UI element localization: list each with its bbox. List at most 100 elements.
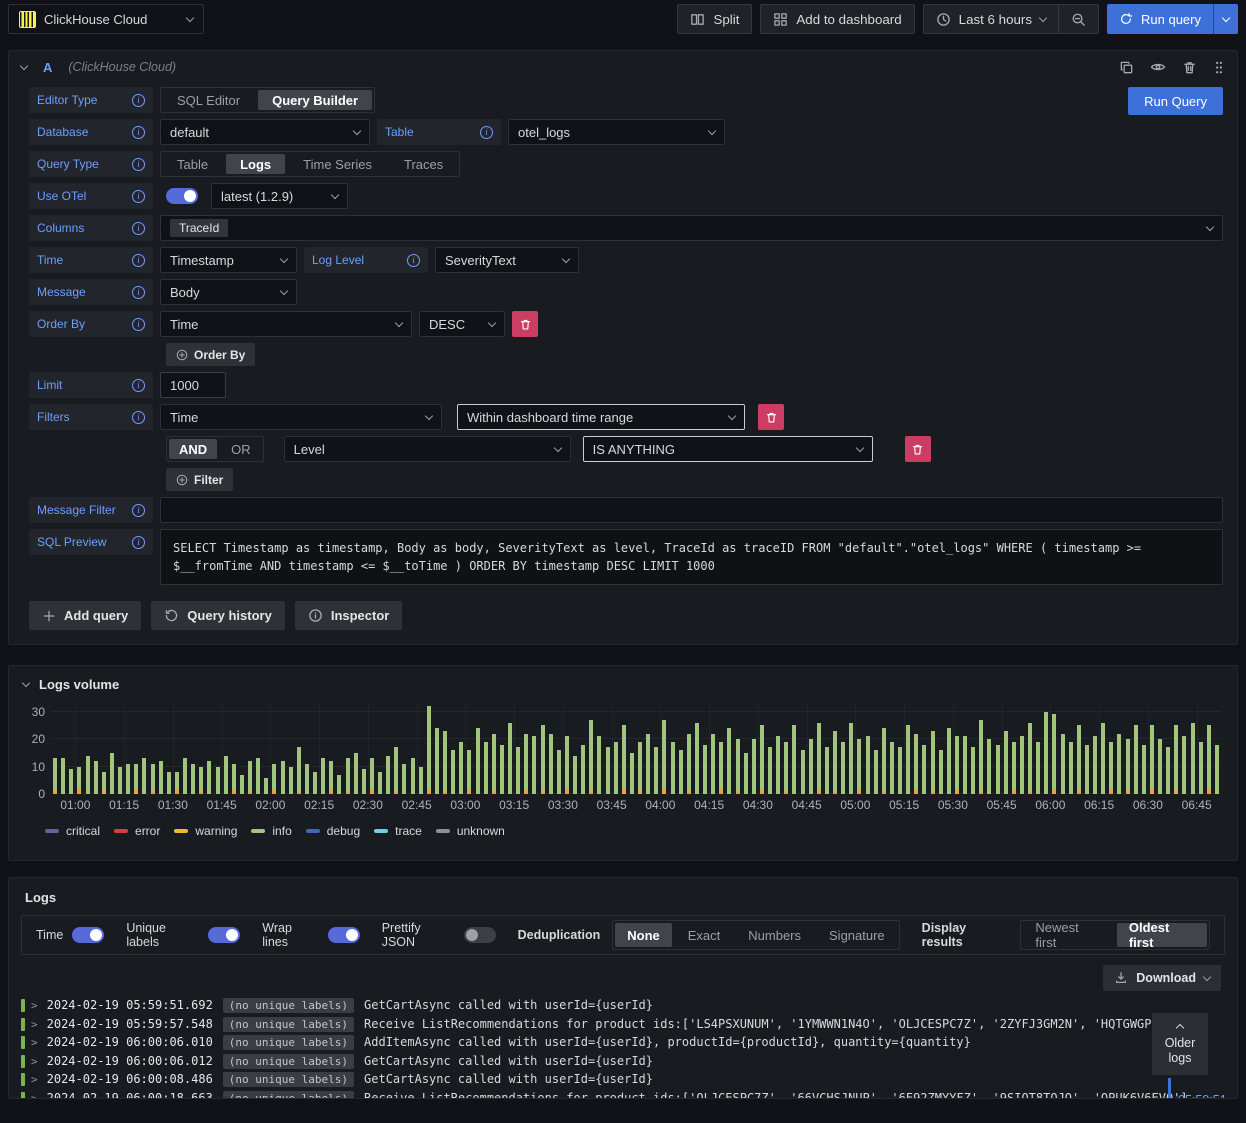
volume-bar[interactable] <box>101 772 106 794</box>
filter1-operator-select[interactable]: Within dashboard time range <box>457 404 745 430</box>
volume-bar[interactable] <box>1052 714 1057 794</box>
volume-bar[interactable] <box>150 763 155 794</box>
log-row[interactable]: >2024-02-19 05:59:51.692 (no unique label… <box>21 997 1237 1016</box>
volume-bar[interactable] <box>443 730 447 794</box>
volume-bar[interactable] <box>833 730 837 794</box>
limit-input[interactable] <box>170 377 216 393</box>
volume-bar[interactable] <box>467 750 472 794</box>
volume-bar[interactable] <box>280 761 285 794</box>
log-row[interactable]: >2024-02-19 05:59:57.548 (no unique label… <box>21 1016 1237 1035</box>
volume-bar[interactable] <box>889 741 894 794</box>
volume-bar[interactable] <box>1028 722 1032 794</box>
volume-bar[interactable] <box>369 758 374 794</box>
prettify-json-toggle[interactable] <box>463 927 496 943</box>
volume-bar[interactable] <box>85 755 90 794</box>
volume-bar[interactable] <box>215 766 220 794</box>
volume-bar[interactable] <box>686 733 691 794</box>
volume-bar[interactable] <box>1117 733 1122 794</box>
volume-bar[interactable] <box>1214 744 1219 794</box>
volume-bar[interactable] <box>296 747 301 794</box>
volume-bar[interactable] <box>93 761 98 794</box>
zoom-out-button[interactable] <box>1059 4 1100 34</box>
volume-bar[interactable] <box>898 747 902 794</box>
expand-log-icon[interactable]: > <box>31 1071 38 1088</box>
run-query-split-button[interactable]: Run query <box>1107 4 1238 34</box>
download-button[interactable]: Download <box>1103 965 1221 991</box>
query-type-traces[interactable]: Traces <box>390 154 457 174</box>
volume-bar[interactable] <box>532 736 537 794</box>
log-row[interactable]: >2024-02-19 06:00:18.663 (no unique label… <box>21 1090 1237 1098</box>
oldest-first-option[interactable]: Oldest first <box>1116 920 1208 950</box>
volume-bar[interactable] <box>670 741 675 794</box>
volume-bar[interactable] <box>231 763 236 794</box>
volume-bar[interactable] <box>248 761 252 794</box>
volume-bar[interactable] <box>1182 736 1187 794</box>
order-by-field-select[interactable]: Time <box>160 311 412 337</box>
add-filter-button[interactable]: Filter <box>166 468 234 491</box>
volume-bar[interactable] <box>841 741 846 794</box>
volume-bar[interactable] <box>987 739 992 794</box>
legend-item-critical[interactable]: critical <box>45 824 100 838</box>
volume-bar[interactable] <box>1011 741 1016 794</box>
older-logs-button[interactable]: Older logs <box>1152 1013 1208 1075</box>
query-builder-option[interactable]: Query Builder <box>258 90 373 110</box>
query-ref-id[interactable]: A <box>43 60 52 75</box>
message-filter-input[interactable] <box>170 502 1213 518</box>
run-query-dropdown[interactable] <box>1213 4 1238 34</box>
volume-bar[interactable] <box>475 728 480 794</box>
volume-bar[interactable] <box>329 761 334 794</box>
volume-bar[interactable] <box>548 733 553 794</box>
volume-bar[interactable] <box>53 758 57 794</box>
message-column-select[interactable]: Body <box>160 279 297 305</box>
logs-volume-plot[interactable] <box>51 702 1221 794</box>
volume-bar[interactable] <box>792 725 797 794</box>
volume-bar[interactable] <box>516 747 521 794</box>
volume-bar[interactable] <box>418 766 423 794</box>
volume-bar[interactable] <box>118 766 122 794</box>
info-icon[interactable]: i <box>132 535 145 549</box>
unique-labels-toggle[interactable] <box>208 927 241 943</box>
volume-bar[interactable] <box>69 769 74 794</box>
volume-bar[interactable] <box>109 752 114 794</box>
volume-bar[interactable] <box>434 728 439 794</box>
columns-multiselect[interactable]: TraceId <box>160 215 1223 241</box>
volume-bar[interactable] <box>589 719 594 794</box>
volume-bar[interactable] <box>849 722 854 794</box>
add-to-dashboard-button[interactable]: Add to dashboard <box>760 4 915 34</box>
volume-bar[interactable] <box>191 763 196 794</box>
remove-order-by-button[interactable] <box>512 311 538 337</box>
volume-bar[interactable] <box>556 750 561 794</box>
volume-bar[interactable] <box>174 772 179 794</box>
volume-bar[interactable] <box>662 719 667 794</box>
time-range-button[interactable]: Last 6 hours <box>922 4 1060 34</box>
wrap-lines-toggle[interactable] <box>327 927 360 943</box>
volume-bar[interactable] <box>703 744 707 794</box>
volume-bar[interactable] <box>158 761 163 794</box>
hide-query-icon[interactable] <box>1150 59 1166 75</box>
volume-bar[interactable] <box>199 766 204 794</box>
collapse-logs-volume-icon[interactable] <box>21 678 31 688</box>
volume-bar[interactable] <box>564 736 569 794</box>
volume-bar[interactable] <box>402 763 407 794</box>
volume-bar[interactable] <box>1133 725 1138 794</box>
volume-bar[interactable] <box>134 763 139 794</box>
filter1-field-select[interactable]: Time <box>160 404 442 430</box>
volume-bar[interactable] <box>751 739 756 794</box>
volume-bar[interactable] <box>914 733 919 794</box>
volume-bar[interactable] <box>865 736 870 794</box>
info-icon[interactable]: i <box>132 125 145 139</box>
dedup-numbers[interactable]: Numbers <box>736 923 813 947</box>
duplicate-query-icon[interactable] <box>1119 60 1134 75</box>
volume-bar[interactable] <box>654 747 659 794</box>
volume-bar[interactable] <box>995 744 1000 794</box>
run-query-editor-button[interactable]: Run Query <box>1128 87 1223 115</box>
volume-bar[interactable] <box>207 761 212 794</box>
volume-bar[interactable] <box>581 744 586 794</box>
live-tail-bar[interactable] <box>1168 1078 1171 1098</box>
volume-bar[interactable] <box>256 758 261 794</box>
drag-handle-icon[interactable] <box>1213 60 1225 75</box>
dedup-exact[interactable]: Exact <box>676 923 733 947</box>
info-icon[interactable]: i <box>132 285 145 299</box>
conjunction-or[interactable]: OR <box>221 439 261 459</box>
info-icon[interactable]: i <box>132 93 145 107</box>
